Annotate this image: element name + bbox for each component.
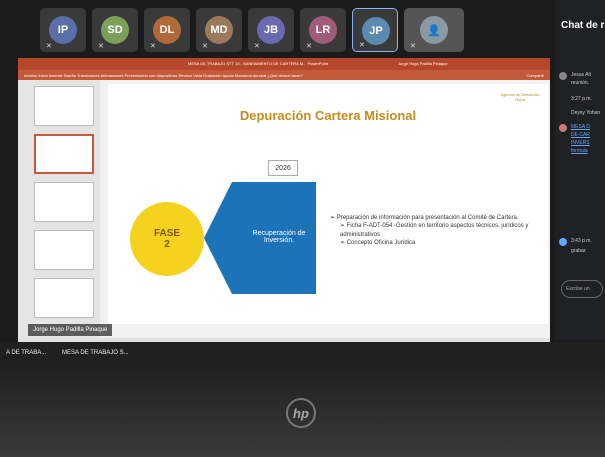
mic-off-icon: ✕ bbox=[202, 43, 208, 50]
participant-tile[interactable]: LR ✕ bbox=[300, 8, 346, 52]
mic-off-icon: ✕ bbox=[98, 43, 104, 50]
chat-input[interactable]: Escribe un bbox=[561, 280, 603, 298]
avatar: MD bbox=[205, 16, 233, 44]
avatar: LR bbox=[309, 16, 337, 44]
chat-panel: Chat de r Jesus Alt reunión. 3:27 p.m. D… bbox=[555, 0, 605, 340]
avatar bbox=[559, 124, 567, 132]
participant-tile[interactable]: JP ✕ bbox=[352, 8, 398, 52]
chat-message: Jesus Alt bbox=[571, 72, 592, 78]
ribbon-tabs[interactable]: Archivo Inicio Insertar Diseño Transicio… bbox=[24, 73, 303, 78]
participant-tile[interactable]: SD ✕ bbox=[92, 8, 138, 52]
user-name: Jorge Hugo Padilla Pinaque bbox=[398, 61, 448, 66]
slide-thumbnail[interactable] bbox=[34, 182, 94, 222]
mic-off-icon: ✕ bbox=[46, 43, 52, 50]
avatar bbox=[559, 238, 567, 246]
avatar: JB bbox=[257, 16, 285, 44]
ppt-ribbon: Archivo Inicio Insertar Diseño Transicio… bbox=[18, 70, 550, 80]
chat-title: Chat de r bbox=[561, 20, 605, 31]
powerpoint-window: MESA DE TRABAJO STT 13 - SANEAMIENTO DE … bbox=[18, 58, 550, 348]
avatar: IP bbox=[49, 16, 77, 44]
mic-off-icon: ✕ bbox=[150, 43, 156, 50]
ppt-titlebar: MESA DE TRABAJO STT 13 - SANEAMIENTO DE … bbox=[18, 58, 550, 70]
mic-off-icon: ✕ bbox=[306, 43, 312, 50]
laptop-screen: IP ✕ SD ✕ DL ✕ MD ✕ JB ✕ LR ✕ JP ✕ 👤 ✕ C… bbox=[0, 0, 605, 372]
phase-label: FASE bbox=[153, 228, 181, 239]
chat-message: reunión. bbox=[571, 80, 590, 86]
phase-number: 2 bbox=[164, 239, 170, 250]
slide-thumbnail[interactable] bbox=[34, 230, 94, 270]
chat-timestamp: 3:27 p.m. bbox=[571, 96, 592, 102]
chat-link[interactable]: formula bbox=[571, 148, 588, 154]
slide-title: Depuración Cartera Misional bbox=[239, 108, 417, 123]
presenter-name-tag: Jorge Hugo Padilla Pinaque bbox=[28, 324, 113, 336]
taskbar-item[interactable]: MESA DE TRABAJO S... bbox=[62, 350, 129, 356]
participant-strip: IP ✕ SD ✕ DL ✕ MD ✕ JB ✕ LR ✕ JP ✕ 👤 ✕ bbox=[40, 8, 540, 54]
bullet-item: ➢ Ficha F-ADT-054 -Gestión en territorio… bbox=[340, 223, 529, 238]
mic-off-icon: ✕ bbox=[410, 43, 416, 50]
bullet-item: ➢ Concepto Oficina Jurídica bbox=[340, 240, 416, 247]
participant-tile[interactable]: JB ✕ bbox=[248, 8, 294, 52]
window-title: MESA DE TRABAJO STT 13 - SANEAMIENTO DE … bbox=[188, 61, 328, 66]
hexagon-label: Recuperación de Inversión. bbox=[252, 230, 306, 244]
hp-logo: hp bbox=[286, 398, 316, 428]
chat-timestamp: 3:43 p.m. bbox=[571, 238, 592, 244]
photo: IP ✕ SD ✕ DL ✕ MD ✕ JB ✕ LR ✕ JP ✕ 👤 ✕ C… bbox=[0, 0, 605, 457]
avatar: SD bbox=[101, 16, 129, 44]
person-video-icon: 👤 bbox=[420, 16, 448, 44]
slide-thumbnail[interactable] bbox=[34, 278, 94, 318]
chat-link[interactable]: INVERS bbox=[571, 140, 590, 146]
mic-off-icon: ✕ bbox=[359, 42, 365, 49]
participant-tile[interactable]: DL ✕ bbox=[144, 8, 190, 52]
participant-tile[interactable]: IP ✕ bbox=[40, 8, 86, 52]
participant-tile[interactable]: MD ✕ bbox=[196, 8, 242, 52]
avatar: JP bbox=[362, 17, 390, 45]
bullet-list: ➢ Preparación de información para presen… bbox=[330, 214, 540, 248]
bullet-item: ➢ Preparación de información para presen… bbox=[330, 215, 519, 221]
slide-thumbnail[interactable] bbox=[34, 134, 94, 174]
participant-video-tile[interactable]: 👤 ✕ bbox=[404, 8, 464, 52]
taskbar: A DE TRABA... MESA DE TRABAJO S... bbox=[0, 342, 605, 372]
mic-off-icon: ✕ bbox=[254, 43, 260, 50]
avatar bbox=[559, 72, 567, 80]
slide-thumbnails bbox=[18, 80, 100, 338]
share-button[interactable]: Compartir bbox=[526, 73, 544, 78]
slide-thumbnail[interactable] bbox=[34, 86, 94, 126]
chat-message: grabar. bbox=[571, 248, 587, 254]
chat-link[interactable]: DE CAR bbox=[571, 132, 590, 138]
avatar: DL bbox=[153, 16, 181, 44]
chat-sender: Deysy Yohan bbox=[571, 110, 601, 116]
agency-logo: Agencia de Desarrollo Rural bbox=[500, 92, 540, 102]
slide-canvas[interactable]: Agencia de Desarrollo Rural Depuración C… bbox=[108, 84, 548, 324]
chat-link[interactable]: MESA D bbox=[571, 124, 590, 130]
phase-circle: FASE 2 bbox=[130, 202, 204, 276]
year-label: 2026 bbox=[268, 160, 298, 176]
taskbar-item[interactable]: A DE TRABA... bbox=[6, 350, 46, 356]
